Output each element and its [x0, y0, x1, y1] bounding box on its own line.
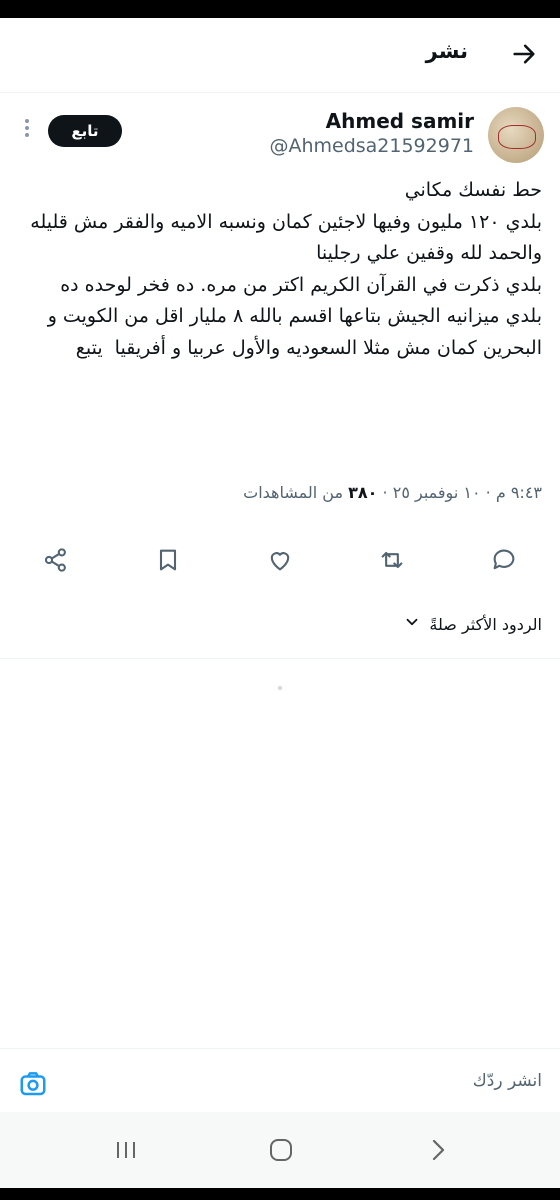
author-handle[interactable]: @Ahmedsa21592971: [269, 135, 474, 157]
recent-apps-icon[interactable]: [110, 1134, 142, 1166]
reply-input[interactable]: انشر ردّك: [473, 1071, 542, 1091]
more-options-icon[interactable]: [22, 119, 32, 141]
reply-icon[interactable]: [490, 546, 518, 574]
home-icon[interactable]: [265, 1134, 297, 1166]
meta-separator: ·: [485, 483, 491, 502]
tweet-date: ١٠ نوفمبر ٢٥: [392, 483, 481, 502]
top-app-bar: نشر: [0, 18, 560, 93]
status-bar: [0, 0, 560, 18]
heart-icon[interactable]: [266, 546, 294, 574]
share-icon[interactable]: [42, 546, 70, 574]
arrow-right-icon[interactable]: [510, 40, 538, 68]
system-navigation-bar: [0, 1112, 560, 1188]
meta-separator: ·: [382, 483, 388, 502]
views-count: ٣٨٠: [348, 483, 378, 502]
replies-sort-label: الردود الأكثر صلةً: [429, 614, 542, 634]
camera-icon[interactable]: [18, 1069, 48, 1099]
chevron-down-icon: [403, 613, 421, 635]
tweet-meta: ٩:٤٣ م · ١٠ نوفمبر ٢٥ · ٣٨٠ من المشاهدات: [243, 483, 542, 502]
retweet-icon[interactable]: [378, 546, 406, 574]
follow-button[interactable]: تابع: [48, 115, 122, 147]
views-label: من المشاهدات: [243, 483, 344, 502]
avatar-stamp-image: [498, 125, 536, 149]
replies-sort-dropdown[interactable]: الردود الأكثر صلةً: [403, 613, 542, 635]
page-title: نشر: [425, 39, 468, 63]
bookmark-icon[interactable]: [154, 546, 182, 574]
loading-indicator: [278, 686, 282, 690]
reply-composer[interactable]: انشر ردّك: [0, 1048, 560, 1113]
avatar[interactable]: [488, 107, 544, 163]
author-name[interactable]: Ahmed samir: [326, 109, 474, 133]
tweet-text: حط نفسك مكاني بلدي ١٢٠ مليون وفيها لاجئي…: [30, 179, 542, 359]
bottom-edge: [0, 1188, 560, 1200]
tweet-time: ٩:٤٣ م: [495, 483, 542, 502]
tweet-actions: [0, 540, 560, 580]
back-nav-icon[interactable]: [422, 1134, 454, 1166]
divider: [0, 658, 560, 659]
